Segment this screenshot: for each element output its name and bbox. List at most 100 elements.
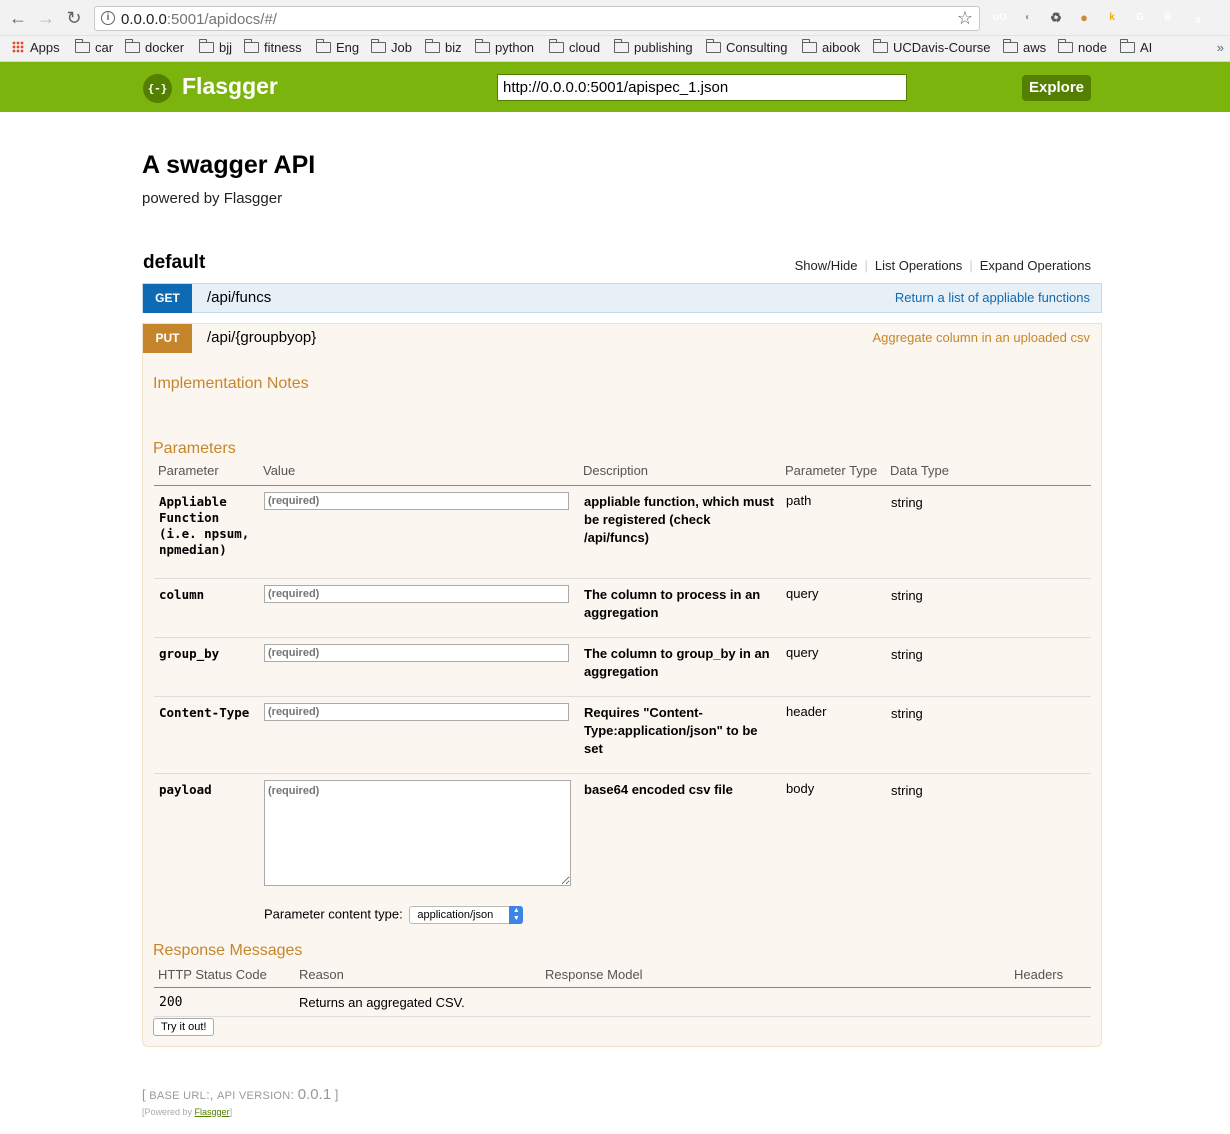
- divider: |: [864, 258, 868, 273]
- cookie-extension-icon[interactable]: ●: [1076, 10, 1092, 26]
- forward-icon[interactable]: →: [36, 8, 56, 28]
- param-name: column: [159, 587, 205, 602]
- column-header: Description: [583, 463, 649, 478]
- column-header: Data Type: [890, 463, 950, 478]
- flasgger-header: {-} Flasgger Explore: [0, 62, 1230, 112]
- row-divider: [154, 1016, 1091, 1017]
- list-operations-link[interactable]: List Operations: [875, 258, 962, 273]
- folder-icon: [315, 39, 331, 53]
- payload-textarea[interactable]: [264, 780, 571, 886]
- show-hide-link[interactable]: Show/Hide: [795, 258, 858, 273]
- bookmark-folder[interactable]: biz: [424, 39, 462, 57]
- folder-icon: [243, 39, 259, 53]
- folder-icon: [124, 39, 140, 53]
- api-info-footer: [ BASE URL:, API VERSION: 0.0.1 ]: [142, 1086, 338, 1103]
- more-bookmarks-icon[interactable]: »: [1217, 40, 1224, 55]
- bookmark-folder[interactable]: publishing: [613, 39, 693, 57]
- operation-path[interactable]: /api/{groupbyop}: [207, 329, 316, 346]
- content-type-label: Parameter content type:: [264, 906, 403, 922]
- g-extension-icon[interactable]: G: [1132, 10, 1148, 26]
- address-bar[interactable]: i 0.0.0.0:5001/apidocs/#/ ☆: [94, 6, 980, 31]
- info-icon[interactable]: i: [101, 11, 115, 25]
- content-type-value: application/json: [417, 909, 494, 921]
- bookmark-folder[interactable]: aws: [1002, 39, 1047, 57]
- flasgger-logo-icon[interactable]: {-}: [143, 74, 172, 103]
- open-bracket: [: [142, 1087, 146, 1102]
- bookmark-folder[interactable]: cloud: [548, 39, 600, 57]
- bookmark-folder[interactable]: car: [74, 39, 113, 57]
- param-value-input[interactable]: [264, 703, 569, 721]
- bookmark-label: bjj: [219, 40, 233, 55]
- param-type: query: [786, 645, 819, 660]
- recycle-extension-icon[interactable]: ♻: [1048, 10, 1064, 26]
- explore-button[interactable]: Explore: [1022, 75, 1091, 101]
- bookmark-label: Eng: [336, 40, 360, 55]
- ublock-extension-icon[interactable]: uO: [992, 10, 1008, 26]
- http-method-badge[interactable]: GET: [143, 284, 192, 313]
- badge-extension-icon[interactable]: 0: [1192, 14, 1204, 26]
- operation-put-groupbyop[interactable]: PUT /api/{groupbyop} Aggregate column in…: [142, 323, 1102, 353]
- try-it-out-button[interactable]: Try it out!: [153, 1018, 215, 1036]
- bookmark-apps[interactable]: Apps: [12, 39, 60, 57]
- param-description: appliable function, which must be regist…: [584, 494, 774, 545]
- param-type: path: [786, 493, 812, 508]
- api-version-label: API VERSION: [216, 1090, 291, 1102]
- bookmark-folder[interactable]: node: [1057, 39, 1107, 57]
- bookmark-folder[interactable]: fitness: [243, 39, 302, 57]
- operation-get-funcs[interactable]: GET /api/funcs Return a list of appliabl…: [142, 283, 1102, 313]
- param-value-input[interactable]: [264, 585, 569, 603]
- param-value-input[interactable]: [264, 492, 569, 510]
- folder-icon: [872, 39, 888, 53]
- bookmark-folder[interactable]: AI: [1119, 39, 1153, 57]
- k-extension-icon[interactable]: k: [1104, 10, 1120, 26]
- flasgger-link[interactable]: Flasgger: [195, 1107, 230, 1117]
- expand-operations-link[interactable]: Expand Operations: [980, 258, 1091, 273]
- bookmark-folder[interactable]: Eng: [315, 39, 360, 57]
- powered-prefix: [Powered by: [142, 1107, 193, 1117]
- bookmark-folder[interactable]: Consulting: [705, 39, 787, 57]
- bookmark-label: publishing: [634, 40, 693, 55]
- response-status-code: 200: [159, 995, 183, 1010]
- resource-name[interactable]: default: [143, 252, 205, 274]
- param-data-type: string: [891, 647, 923, 662]
- operation-summary[interactable]: Return a list of appliable functions: [895, 290, 1090, 305]
- bookmark-star-icon[interactable]: ☆: [957, 8, 973, 29]
- spec-url-input[interactable]: [497, 74, 907, 101]
- http-method-badge[interactable]: PUT: [143, 324, 192, 353]
- param-data-type: string: [891, 706, 923, 721]
- back-icon[interactable]: ←: [8, 8, 28, 28]
- param-data-type: string: [891, 783, 923, 798]
- param-data-type: string: [891, 495, 923, 510]
- url-host: 0.0.0.0: [121, 11, 167, 28]
- bookmark-folder[interactable]: bjj: [198, 39, 233, 57]
- reload-icon[interactable]: ↻: [64, 8, 84, 28]
- operation-path[interactable]: /api/funcs: [207, 289, 271, 306]
- column-header: Headers: [1014, 967, 1064, 982]
- extension-icon-2[interactable]: ◐: [1020, 10, 1036, 26]
- comma: ,: [209, 1087, 214, 1102]
- api-version: 0.0.1: [297, 1086, 332, 1103]
- apps-grid-icon: [12, 41, 24, 53]
- bookmark-folder[interactable]: aibook: [801, 39, 860, 57]
- bookmark-folder[interactable]: docker: [124, 39, 184, 57]
- b-extension-icon[interactable]: B: [1160, 10, 1176, 26]
- address-url[interactable]: 0.0.0.0:5001/apidocs/#/: [121, 11, 277, 28]
- bookmark-label: AI: [1140, 40, 1153, 55]
- response-reason: Returns an aggregated CSV.: [299, 995, 465, 1010]
- folder-icon: [548, 39, 564, 53]
- content-type-select[interactable]: application/json ▲ ▼: [409, 906, 524, 924]
- param-value-input[interactable]: [264, 644, 569, 662]
- bookmark-folder[interactable]: python: [474, 39, 534, 57]
- param-type: body: [786, 781, 815, 796]
- content-type-row: Parameter content type: application/json…: [264, 906, 524, 924]
- bookmark-label: aws: [1023, 40, 1047, 55]
- bookmark-label: UCDavis-Course: [893, 40, 991, 55]
- bookmark-folder[interactable]: UCDavis-Course: [872, 39, 991, 57]
- colon: :: [290, 1087, 295, 1102]
- flasgger-title[interactable]: Flasgger: [182, 73, 278, 100]
- bookmark-folder[interactable]: Job: [370, 39, 412, 57]
- powered-by: [Powered by Flasgger]: [142, 1107, 232, 1117]
- operation-summary[interactable]: Aggregate column in an uploaded csv: [872, 330, 1090, 345]
- param-description: The column to process in an aggregation: [584, 587, 761, 620]
- param-row: group_by The column to group_by in an ag…: [154, 638, 1091, 697]
